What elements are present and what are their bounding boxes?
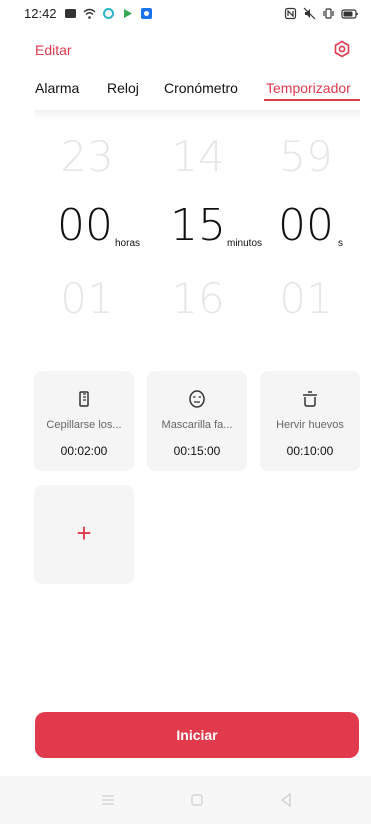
preset-time: 00:10:00	[286, 444, 334, 458]
settings-icon[interactable]	[333, 40, 351, 58]
shield-app-icon	[141, 8, 152, 19]
seconds-next[interactable]: 01	[266, 274, 346, 323]
tab-temporizador[interactable]: Temporizador	[266, 80, 351, 96]
nfc-icon	[284, 7, 297, 20]
status-left-icons	[64, 7, 153, 20]
seconds-value[interactable]: 00	[266, 200, 346, 251]
preset-name: Hervir huevos	[276, 419, 344, 431]
preset-time: 00:02:00	[60, 444, 108, 458]
minutes-next[interactable]: 16	[158, 274, 238, 323]
home-icon[interactable]	[189, 792, 205, 808]
tabs-divider	[35, 110, 360, 120]
face-mask-icon	[189, 390, 205, 408]
status-time: 12:42	[24, 6, 57, 21]
preset-name: Mascarilla fa...	[161, 419, 233, 431]
top-bar: Editar	[0, 36, 371, 64]
start-button[interactable]: Iniciar	[35, 712, 359, 758]
preset-card-mascarilla[interactable]: Mascarilla fa... 00:15:00	[147, 371, 247, 471]
preset-card-cepillarse[interactable]: Cepillarse los... 00:02:00	[34, 371, 134, 471]
tab-alarma[interactable]: Alarma	[35, 80, 79, 96]
hours-value[interactable]: 00	[45, 200, 125, 251]
navigation-bar	[0, 776, 371, 824]
back-icon[interactable]	[278, 792, 294, 808]
tab-cronometro[interactable]: Cronómetro	[164, 80, 238, 96]
active-tab-indicator	[264, 99, 360, 101]
wifi-icon	[83, 8, 96, 19]
status-right-icons	[284, 7, 359, 20]
plus-icon: +	[76, 518, 92, 548]
seconds-unit: s	[338, 238, 343, 249]
seconds-prev[interactable]: 59	[266, 132, 346, 181]
vibrate-icon	[323, 8, 334, 19]
message-icon	[65, 9, 76, 18]
minutes-prev[interactable]: 14	[158, 132, 238, 181]
time-picker[interactable]: 23 00 horas 01 14 15 minutos 16 59 00 s …	[0, 130, 371, 350]
menu-icon[interactable]	[100, 792, 116, 808]
hours-prev[interactable]: 23	[47, 132, 127, 181]
toothbrush-icon	[79, 391, 89, 407]
add-preset-button[interactable]: +	[34, 485, 134, 584]
preset-time: 00:15:00	[173, 444, 221, 458]
minutes-value[interactable]: 15	[158, 200, 238, 251]
tab-reloj[interactable]: Reloj	[107, 80, 139, 96]
status-bar: 12:42	[0, 0, 371, 28]
play-store-icon	[124, 9, 132, 18]
preset-name: Cepillarse los...	[46, 419, 122, 431]
circle-app-icon	[103, 8, 114, 19]
preset-card-hervir-huevos[interactable]: Hervir huevos 00:10:00	[260, 371, 360, 471]
edit-button[interactable]: Editar	[35, 42, 72, 58]
hours-next[interactable]: 01	[47, 274, 127, 323]
pot-icon	[303, 391, 317, 407]
minutes-unit: minutos	[227, 238, 263, 249]
battery-icon	[341, 9, 358, 19]
mute-icon	[303, 7, 316, 20]
hours-unit: horas	[115, 238, 141, 249]
